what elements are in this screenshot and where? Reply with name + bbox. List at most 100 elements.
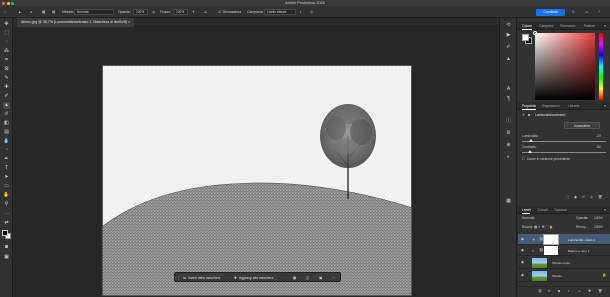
zoom-tool-icon[interactable]: ⚲ xyxy=(3,201,10,208)
edit-toolbar-icon[interactable]: ⇄ xyxy=(3,220,10,227)
color-field-picker[interactable] xyxy=(533,31,537,35)
new-group-icon[interactable]: ▭ xyxy=(578,289,581,293)
path-selection-tool-icon[interactable]: ➤ xyxy=(3,174,10,181)
link-icon[interactable]: ⛓ xyxy=(539,237,543,241)
eye-icon[interactable]: ◉ xyxy=(521,248,525,252)
layer-mask-icon[interactable]: ◙ xyxy=(528,113,530,117)
angle-icon[interactable]: ∠ xyxy=(204,9,207,15)
layer-row-brightness-contrast[interactable]: ◉ ☀ ⛓ Luminosità...rasto 1 xyxy=(518,234,610,245)
crop-tool-icon[interactable]: ⌗ xyxy=(3,57,10,64)
dodge-tool-icon[interactable]: ◔ xyxy=(3,147,10,154)
brightness-slider-track[interactable] xyxy=(522,141,606,142)
tab-sfumature[interactable]: Sfumature xyxy=(560,22,576,30)
actions-panel-icon[interactable]: ▶ xyxy=(505,32,512,39)
brightness-slider-thumb[interactable] xyxy=(529,139,533,142)
more-tools-icon[interactable]: ⋯ xyxy=(3,211,10,218)
delete-adjustment-icon[interactable]: 🗑 xyxy=(598,195,602,199)
brush-size-icon[interactable]: ● xyxy=(30,9,32,15)
info-panel-icon[interactable]: ⓘ xyxy=(505,118,512,125)
more-options-icon[interactable]: ⋯ xyxy=(332,275,335,281)
blend-mode-select[interactable]: Normale xyxy=(74,8,114,15)
character-panel-icon[interactable]: A xyxy=(505,86,512,93)
ignore-adjustment-icon[interactable]: ◐ xyxy=(300,9,302,15)
brush-tool-icon[interactable]: ✐ xyxy=(3,93,10,100)
clone-source-panel-icon[interactable]: ▲ xyxy=(505,56,512,63)
color-field[interactable] xyxy=(535,33,595,100)
pressure-opacity-icon[interactable]: ◎ xyxy=(152,9,155,15)
new-layer-icon[interactable]: ✚ xyxy=(588,289,591,293)
layers-menu-icon[interactable]: ≡ xyxy=(604,208,606,212)
invert-mask-button[interactable]: Inverti della maschera xyxy=(188,275,220,281)
document-canvas[interactable] xyxy=(102,65,412,296)
toggle-visibility-icon[interactable]: ◎ xyxy=(590,195,593,199)
layer-row-background-copy[interactable]: ◉ Sfondo copia xyxy=(518,256,610,269)
tab-regolazioni[interactable]: Regolazioni xyxy=(542,102,560,110)
pen-tool-icon[interactable]: ✒ xyxy=(3,156,10,163)
share-button[interactable]: Condividi xyxy=(536,8,565,16)
type-tool-icon[interactable]: T xyxy=(3,165,10,172)
move-tool-icon[interactable]: ✥ xyxy=(3,21,10,28)
layer-style-icon[interactable]: fx xyxy=(548,289,551,293)
opacity-field[interactable]: 100% xyxy=(133,8,148,15)
panel-foreground-swatch[interactable] xyxy=(522,34,529,41)
tab-livelli[interactable]: Livelli xyxy=(522,206,531,214)
eyedropper-tool-icon[interactable]: ✎ xyxy=(3,75,10,82)
navigator-panel-icon[interactable]: ⊕ xyxy=(505,142,512,149)
tab-pattern[interactable]: Pattern xyxy=(584,22,595,30)
marquee-tool-icon[interactable]: ⬚ xyxy=(3,30,10,37)
contrast-slider-track[interactable] xyxy=(522,152,606,153)
help-icon[interactable]: ? xyxy=(598,9,600,15)
clone-source-icon[interactable]: ▤ xyxy=(52,9,55,15)
layer-row-black-white[interactable]: ◉ ◐ ⛓ Bianco e nero 1 xyxy=(518,245,610,256)
eye-icon[interactable]: ◉ xyxy=(521,273,525,277)
quick-mask-icon[interactable]: ◙ xyxy=(3,244,10,251)
fill-field[interactable]: 100% xyxy=(594,225,602,229)
gradient-tool-icon[interactable]: ▤ xyxy=(3,129,10,136)
brush-settings-icon[interactable]: ▦ xyxy=(42,9,45,15)
paragraph-panel-icon[interactable]: ¶ xyxy=(505,96,512,103)
pressure-size-icon[interactable]: ◎ xyxy=(310,9,313,15)
foreground-color-swatch[interactable] xyxy=(2,230,8,236)
object-selection-tool-icon[interactable]: ⁂ xyxy=(3,48,10,55)
stamp-tool-preset-icon[interactable]: ▲ xyxy=(18,9,21,15)
hand-tool-icon[interactable]: ✋ xyxy=(3,192,10,199)
workspace-icon[interactable]: ▭ xyxy=(585,9,588,15)
mask-delete-icon[interactable]: ▣ xyxy=(319,275,322,281)
eraser-tool-icon[interactable]: ◧ xyxy=(3,120,10,127)
search-icon[interactable]: ⚲ xyxy=(572,9,574,15)
view-previous-icon[interactable]: ◉ xyxy=(574,195,577,199)
link-icon[interactable]: ⛓ xyxy=(539,248,543,252)
legacy-checkbox[interactable]: ☐ xyxy=(522,157,525,161)
layer-thumbnail[interactable] xyxy=(532,270,547,281)
screen-mode-icon[interactable]: ▣ xyxy=(3,254,10,261)
contrast-slider-thumb[interactable] xyxy=(528,150,532,153)
healing-brush-tool-icon[interactable]: ✚ xyxy=(3,84,10,91)
layer-row-background[interactable]: ◉ Sfondo 🔒 xyxy=(518,269,610,282)
clone-stamp-tool-icon[interactable]: ▲ xyxy=(3,102,10,109)
swatches-panel-icon[interactable]: ▦ xyxy=(505,198,512,205)
color-panel-menu-icon[interactable]: ≡ xyxy=(604,24,606,28)
contrast-value[interactable]: -92 xyxy=(596,145,601,149)
add-to-mask-button[interactable]: Aggiungi alla maschera xyxy=(239,275,273,281)
tab-proprieta[interactable]: Proprietà xyxy=(522,102,536,110)
layer-search[interactable]: Normale Opacità: 100% xyxy=(522,216,606,222)
auto-button[interactable]: Automatico xyxy=(564,122,600,129)
drag-handle-icon[interactable]: ⋮ xyxy=(177,275,180,281)
brightness-value[interactable]: -24 xyxy=(596,134,601,138)
layer-thumbnail[interactable] xyxy=(532,257,547,268)
mask-thumbnail[interactable] xyxy=(543,234,559,245)
history-panel-icon[interactable]: ⟲ xyxy=(505,22,512,29)
lock-icon[interactable]: 🔒 xyxy=(602,273,606,277)
mask-thumbnail[interactable] xyxy=(544,246,558,255)
document-tab[interactable]: Albero.jpg @ 36,7% (Luminosità/contrasto… xyxy=(17,18,135,27)
tab-canali[interactable]: Canali xyxy=(538,206,548,214)
glyphs-panel-icon[interactable]: ⚙ xyxy=(505,130,512,137)
airbrush-icon[interactable]: ✦ xyxy=(192,9,195,15)
eye-icon[interactable]: ◉ xyxy=(521,260,525,264)
sample-select[interactable]: Livello attuale xyxy=(264,8,296,15)
hue-slider[interactable] xyxy=(599,33,603,100)
link-layers-icon[interactable]: ⛓ xyxy=(538,289,542,293)
mask-options-icon[interactable]: ▦ xyxy=(293,275,296,281)
clip-to-layer-icon[interactable]: ⬚ xyxy=(566,195,569,199)
aligned-checkbox[interactable]: ☑ xyxy=(218,9,221,15)
